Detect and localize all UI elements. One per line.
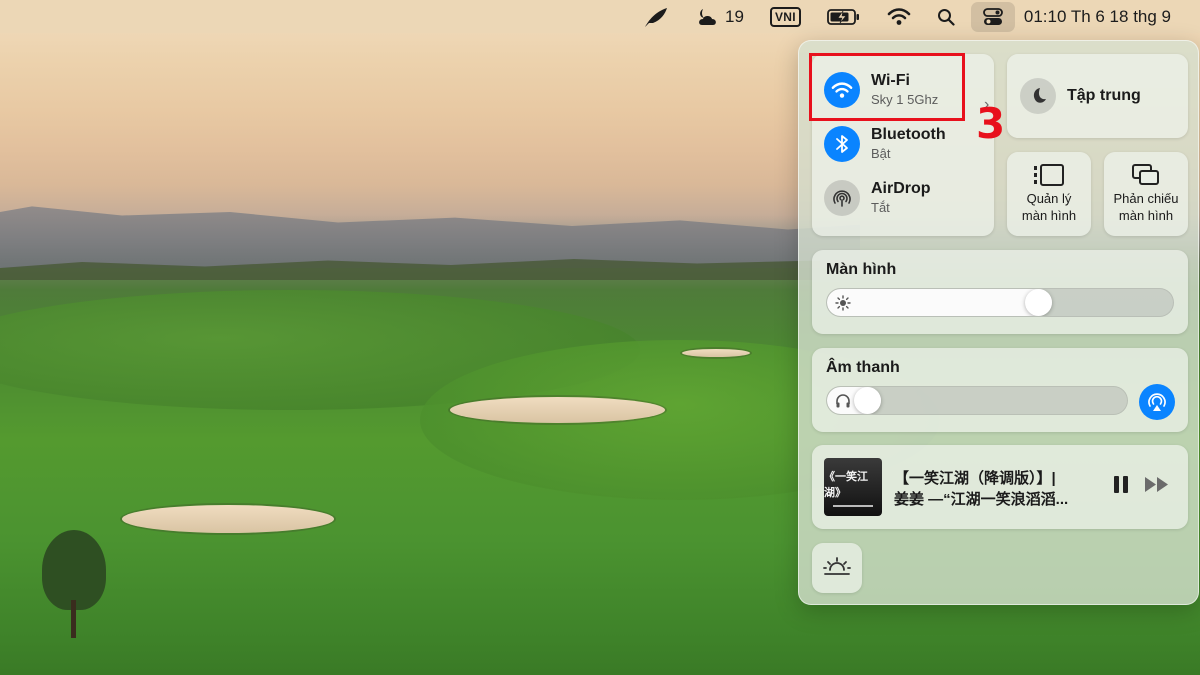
- menu-bar: 19 VNI 01:10 Th 6 18 thg 9: [0, 0, 1200, 33]
- weather-count: 19: [725, 6, 744, 26]
- wifi-menu[interactable]: [874, 0, 924, 33]
- song-artist: 姜姜 —“江湖一笑浪滔滔...: [894, 490, 1069, 508]
- brightness-slider[interactable]: [826, 288, 1174, 317]
- wallpaper-tree-trunk: [71, 600, 76, 638]
- bluetooth-icon: [836, 135, 848, 153]
- bluetooth-title: Bluetooth: [871, 126, 946, 144]
- screen-mirroring-label-line1: Phản chiếu: [1113, 191, 1179, 207]
- airdrop-icon: [833, 190, 851, 207]
- focus-label: Tập trung: [1067, 87, 1141, 104]
- annotation-step-number: 3: [976, 99, 1006, 148]
- album-title: 《一笑江湖》: [824, 469, 868, 499]
- sound-tile: Âm thanh: [812, 348, 1188, 432]
- feather-icon: [645, 7, 668, 27]
- sound-heading: Âm thanh: [826, 359, 900, 376]
- control-center-panel: Wi-Fi Sky 1 5Ghz › Bluetooth Bật AirDrop…: [798, 40, 1199, 605]
- now-playing-tile[interactable]: 《一笑江湖》 【一笑江湖（降调版）】| 姜姜 —“江湖一笑浪滔滔...: [812, 445, 1188, 529]
- control-center-icon: [982, 7, 1003, 25]
- menu-bar-clock[interactable]: 01:10 Th 6 18 thg 9: [1018, 0, 1184, 33]
- display-tile: Màn hình: [812, 250, 1188, 334]
- brightness-slider-knob[interactable]: [1025, 289, 1052, 316]
- song-title: 【一笑江湖（降调版）】|: [894, 470, 1056, 487]
- bluetooth-toggle[interactable]: Bluetooth Bật: [824, 126, 946, 162]
- wallpaper-mountains: [0, 206, 860, 268]
- airdrop-title: AirDrop: [871, 180, 931, 198]
- stage-manager-label-line2: màn hình: [1021, 207, 1077, 223]
- hearing-tile[interactable]: [812, 543, 862, 593]
- battery-charging-icon: [826, 8, 859, 25]
- album-artwork: 《一笑江湖》: [824, 458, 882, 516]
- wallpaper-pond: [450, 397, 665, 423]
- album-divider: [833, 504, 873, 507]
- cloud-moon-icon: [699, 8, 716, 25]
- stage-manager-tile[interactable]: Quản lý màn hình: [1007, 152, 1091, 236]
- airdrop-toggle[interactable]: AirDrop Tắt: [824, 180, 931, 216]
- airdrop-status: Tắt: [871, 199, 890, 215]
- wallpaper-tree: [42, 530, 106, 610]
- volume-slider-knob[interactable]: [854, 387, 881, 414]
- next-track-icon[interactable]: [1144, 476, 1170, 493]
- airplay-audio-button[interactable]: [1139, 384, 1175, 420]
- input-method-menu[interactable]: VNI: [757, 0, 814, 33]
- focus-tile[interactable]: Tập trung: [1007, 54, 1188, 138]
- battery-menu[interactable]: [814, 0, 874, 33]
- wifi-icon: [887, 7, 911, 25]
- stage-manager-label-line1: Quản lý: [1026, 191, 1072, 207]
- volume-slider[interactable]: [826, 386, 1128, 415]
- pause-icon-bar: [1123, 476, 1128, 493]
- wallpaper-pond: [122, 505, 334, 533]
- screen-mirroring-tile[interactable]: Phản chiếu màn hình: [1104, 152, 1188, 236]
- ambient-light-icon: [823, 557, 851, 575]
- annotation-highlight-box: [809, 53, 965, 121]
- pause-icon-bar: [1114, 476, 1119, 493]
- airplay-audio-icon: [1148, 393, 1166, 411]
- search-icon: [937, 8, 955, 26]
- screen-mirroring-label-line2: màn hình: [1118, 207, 1174, 223]
- weather-menu-extra[interactable]: 19: [682, 0, 757, 33]
- sun-icon: [835, 295, 851, 311]
- wallpaper-pond: [682, 349, 750, 357]
- headphones-icon: [836, 394, 850, 408]
- bluetooth-toggle-circle[interactable]: [824, 126, 860, 162]
- focus-toggle-circle[interactable]: [1020, 78, 1056, 114]
- pause-button[interactable]: [1114, 476, 1128, 493]
- airdrop-toggle-circle[interactable]: [824, 180, 860, 216]
- display-heading: Màn hình: [826, 261, 897, 278]
- stage-manager-icon: [1034, 164, 1064, 187]
- feather-menu-extra[interactable]: [630, 0, 682, 33]
- input-method-label: VNI: [769, 6, 801, 27]
- brightness-slider-fill: [827, 289, 1052, 316]
- bluetooth-status: Bật: [871, 145, 891, 161]
- control-center-button[interactable]: [970, 1, 1015, 32]
- spotlight-search[interactable]: [924, 0, 968, 33]
- moon-icon: [1033, 88, 1046, 103]
- screen-mirroring-icon: [1132, 164, 1159, 186]
